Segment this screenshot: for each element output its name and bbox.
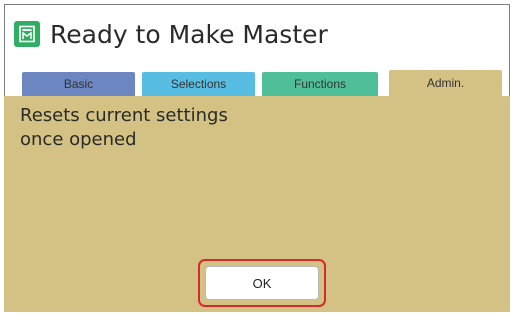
screen: Ready to Make Master Basic Selections Fu…: [0, 0, 514, 316]
message-line-1: Resets current settings: [20, 105, 228, 126]
tab-selections[interactable]: Selections: [142, 72, 255, 96]
ok-button[interactable]: OK: [205, 266, 319, 300]
tab-functions[interactable]: Functions: [262, 72, 378, 96]
master-icon: [14, 21, 40, 47]
message-line-2: once opened: [20, 129, 137, 150]
panel-message: Resets current settings once opened: [20, 104, 320, 152]
tab-basic[interactable]: Basic: [22, 72, 135, 96]
title-bar: Ready to Make Master: [14, 14, 328, 54]
tab-admin[interactable]: Admin.: [389, 70, 502, 96]
tab-bar: Basic Selections Functions Admin.: [22, 70, 502, 96]
page-title: Ready to Make Master: [50, 19, 328, 49]
